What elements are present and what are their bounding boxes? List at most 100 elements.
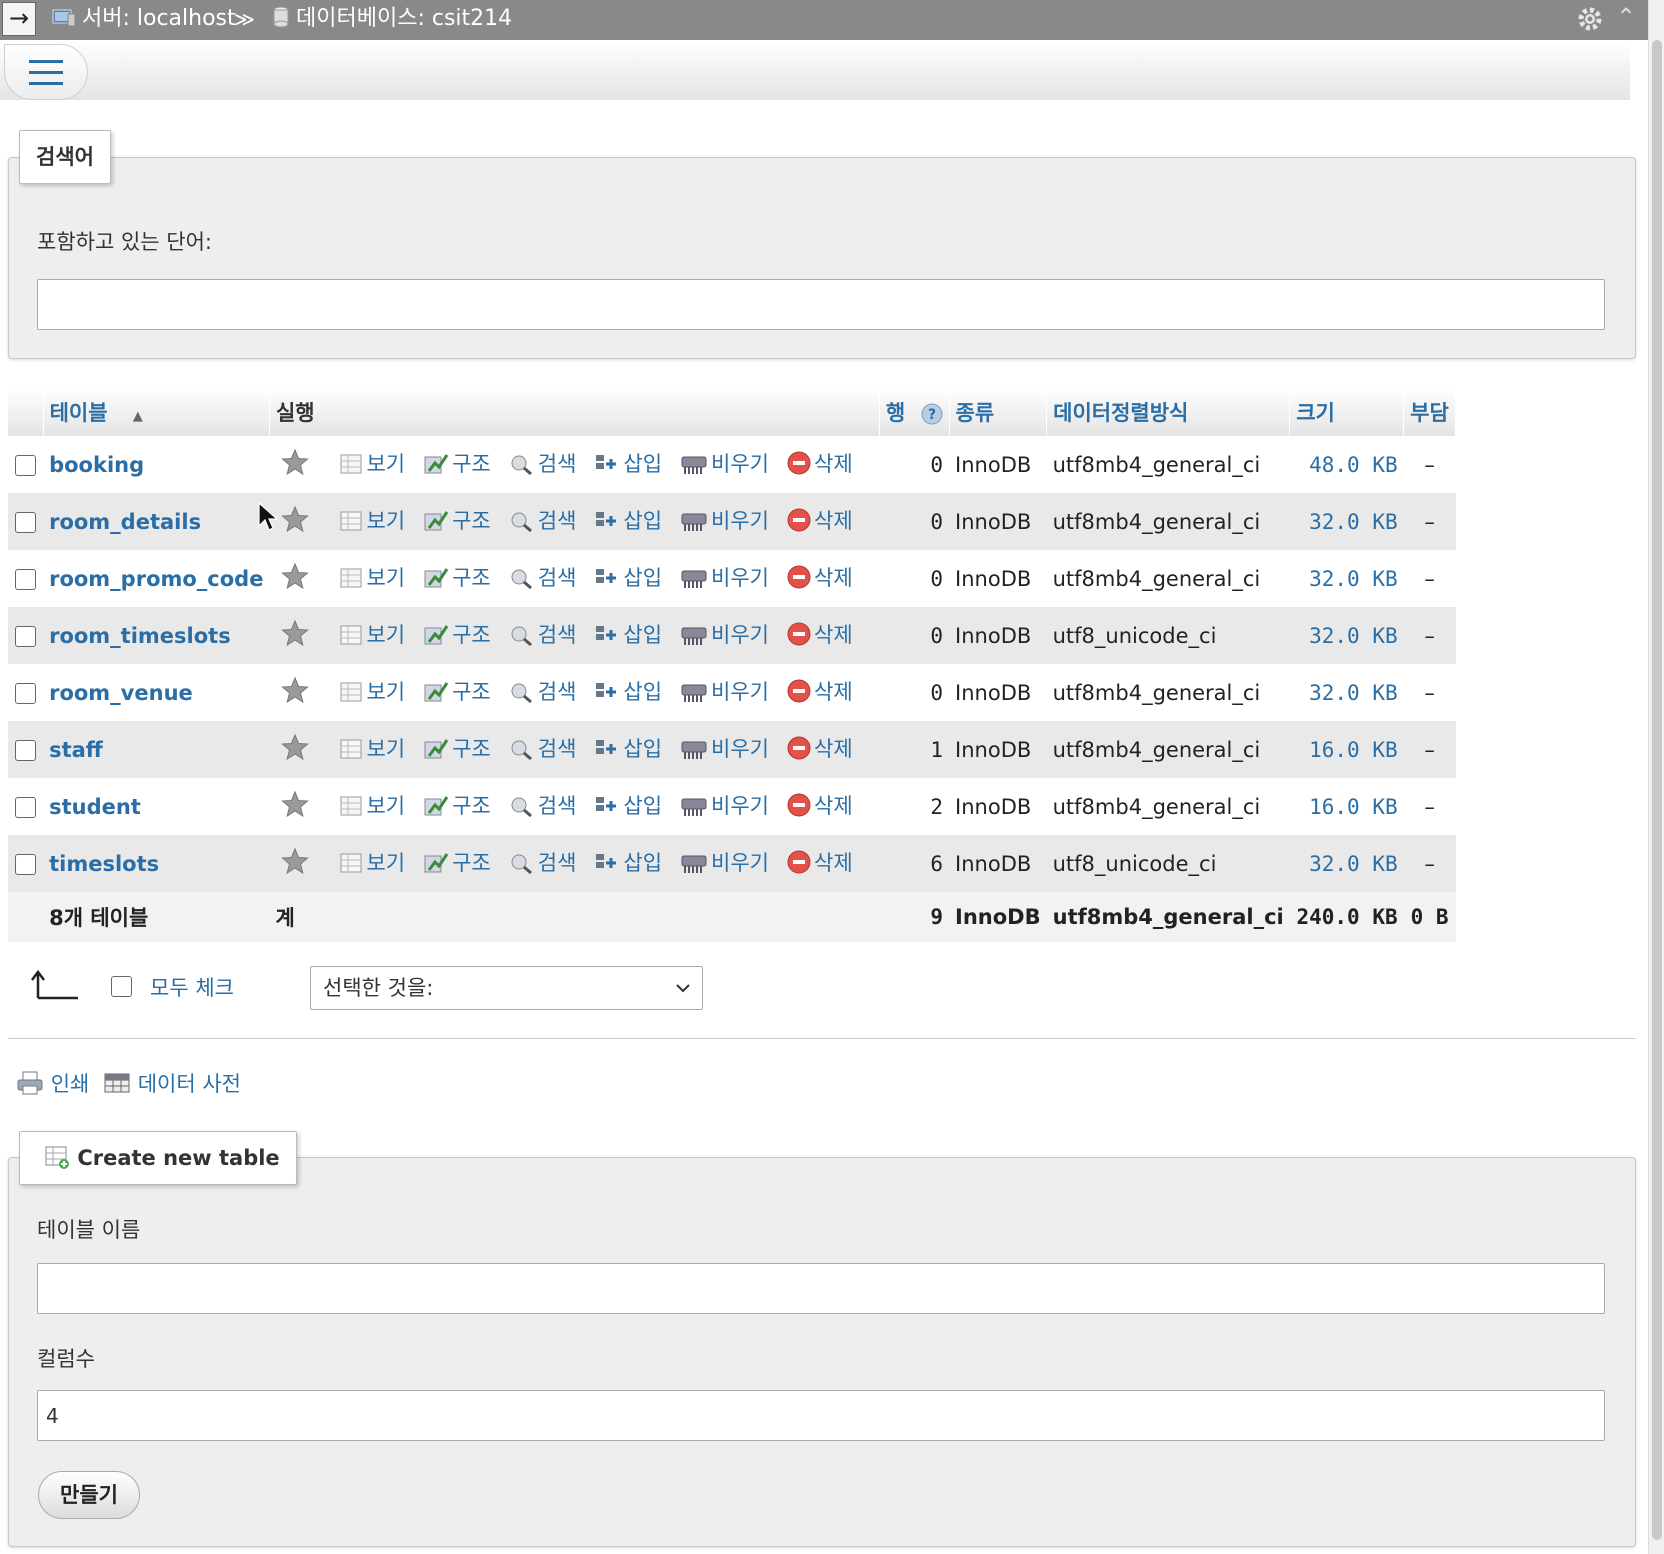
structure-action[interactable]: 구조 bbox=[423, 676, 491, 708]
empty-action[interactable]: 비우기 bbox=[680, 847, 769, 879]
menu-hamburger-button[interactable] bbox=[4, 44, 88, 100]
browse-action[interactable]: 보기 bbox=[339, 562, 405, 594]
table-name-link[interactable]: student bbox=[43, 778, 270, 835]
search-action[interactable]: 검색 bbox=[509, 847, 576, 879]
drop-action[interactable]: 삭제 bbox=[787, 448, 853, 480]
table-size[interactable]: 32.0 KB bbox=[1289, 835, 1404, 892]
table-name-link[interactable]: timeslots bbox=[43, 835, 270, 892]
table-name-link[interactable]: booking bbox=[43, 436, 270, 493]
empty-action[interactable]: 비우기 bbox=[680, 619, 769, 651]
drop-action[interactable]: 삭제 bbox=[787, 847, 853, 879]
table-size[interactable]: 32.0 KB bbox=[1289, 493, 1404, 550]
insert-action[interactable]: 삽입 bbox=[594, 733, 662, 765]
browse-action[interactable]: 보기 bbox=[339, 790, 405, 822]
search-action[interactable]: 검색 bbox=[509, 448, 576, 480]
empty-action[interactable]: 비우기 bbox=[680, 676, 769, 708]
help-icon[interactable]: ? bbox=[913, 401, 943, 425]
insert-action[interactable]: 삽입 bbox=[594, 790, 662, 822]
table-size[interactable]: 32.0 KB bbox=[1289, 664, 1404, 721]
empty-action[interactable]: 비우기 bbox=[680, 790, 769, 822]
row-checkbox[interactable] bbox=[15, 626, 37, 647]
table-size[interactable]: 32.0 KB bbox=[1289, 550, 1404, 607]
create-table-button[interactable]: 만들기 bbox=[38, 1471, 140, 1519]
drop-action[interactable]: 삭제 bbox=[787, 733, 853, 765]
favorite-star-icon[interactable] bbox=[281, 676, 310, 709]
size-column-header[interactable]: 크기 bbox=[1289, 388, 1405, 436]
drop-action[interactable]: 삭제 bbox=[787, 562, 853, 594]
browse-action[interactable]: 보기 bbox=[339, 448, 405, 480]
type-column-header[interactable]: 종류 bbox=[949, 388, 1048, 436]
empty-action[interactable]: 비우기 bbox=[680, 733, 769, 765]
structure-action[interactable]: 구조 bbox=[423, 448, 491, 480]
browse-action[interactable]: 보기 bbox=[339, 847, 405, 879]
column-count-input[interactable] bbox=[37, 1390, 1605, 1441]
table-name-link[interactable]: room_venue bbox=[43, 664, 270, 721]
collation-column-header[interactable]: 데이터정렬방식 bbox=[1046, 388, 1291, 436]
row-checkbox[interactable] bbox=[15, 455, 37, 476]
scrollbar[interactable] bbox=[1648, 0, 1664, 1554]
scrollbar-thumb[interactable] bbox=[1652, 40, 1662, 1540]
back-arrow-button[interactable]: → bbox=[2, 2, 36, 36]
breadcrumb-database[interactable]: 데이터베이스: csit214 bbox=[272, 0, 512, 40]
table-name-link[interactable]: room_promo_code bbox=[43, 550, 270, 607]
table-column-header[interactable]: 테이블 ▲ bbox=[43, 388, 270, 436]
empty-action[interactable]: 비우기 bbox=[680, 505, 769, 537]
structure-action[interactable]: 구조 bbox=[423, 562, 491, 594]
print-link[interactable]: 인쇄 bbox=[16, 1068, 89, 1098]
row-checkbox[interactable] bbox=[15, 683, 37, 704]
row-checkbox[interactable] bbox=[15, 797, 37, 818]
table-name-link[interactable]: room_details bbox=[43, 493, 270, 550]
row-checkbox[interactable] bbox=[15, 512, 37, 533]
search-action[interactable]: 검색 bbox=[509, 790, 576, 822]
row-checkbox[interactable] bbox=[15, 740, 37, 761]
row-checkbox[interactable] bbox=[15, 854, 37, 875]
table-name-link[interactable]: room_timeslots bbox=[43, 607, 270, 664]
row-checkbox[interactable] bbox=[15, 569, 37, 590]
insert-action[interactable]: 삽입 bbox=[594, 847, 662, 879]
search-action[interactable]: 검색 bbox=[509, 676, 576, 708]
drop-action[interactable]: 삭제 bbox=[787, 676, 853, 708]
check-all-label[interactable]: 모두 체크 bbox=[150, 972, 234, 1002]
data-dictionary-link[interactable]: 데이터 사전 bbox=[103, 1068, 241, 1098]
empty-action[interactable]: 비우기 bbox=[680, 562, 769, 594]
browse-action[interactable]: 보기 bbox=[339, 505, 405, 537]
favorite-star-icon[interactable] bbox=[281, 790, 310, 823]
insert-action[interactable]: 삽입 bbox=[594, 562, 662, 594]
favorite-star-icon[interactable] bbox=[281, 505, 310, 538]
table-name-link[interactable]: staff bbox=[43, 721, 270, 778]
search-input[interactable] bbox=[37, 279, 1605, 330]
drop-action[interactable]: 삭제 bbox=[787, 619, 853, 651]
settings-gear-icon[interactable] bbox=[1576, 5, 1604, 39]
insert-action[interactable]: 삽입 bbox=[594, 448, 662, 480]
with-selected-dropdown[interactable]: 선택한 것을: bbox=[310, 966, 703, 1010]
breadcrumb-server[interactable]: 서버: localhost bbox=[52, 0, 236, 40]
structure-action[interactable]: 구조 bbox=[423, 733, 491, 765]
table-size[interactable]: 48.0 KB bbox=[1289, 436, 1404, 493]
favorite-star-icon[interactable] bbox=[281, 448, 310, 481]
structure-action[interactable]: 구조 bbox=[423, 505, 491, 537]
search-action[interactable]: 검색 bbox=[509, 562, 576, 594]
search-action[interactable]: 검색 bbox=[509, 733, 576, 765]
empty-action[interactable]: 비우기 bbox=[680, 448, 769, 480]
insert-action[interactable]: 삽입 bbox=[594, 619, 662, 651]
structure-action[interactable]: 구조 bbox=[423, 619, 491, 651]
search-action[interactable]: 검색 bbox=[509, 505, 576, 537]
favorite-star-icon[interactable] bbox=[281, 847, 310, 880]
structure-action[interactable]: 구조 bbox=[423, 790, 491, 822]
drop-action[interactable]: 삭제 bbox=[787, 505, 853, 537]
rows-column-header[interactable]: 행 ? bbox=[879, 388, 950, 436]
search-action[interactable]: 검색 bbox=[509, 619, 576, 651]
collapse-icon[interactable]: ⌃ bbox=[1616, 3, 1636, 31]
table-size[interactable]: 32.0 KB bbox=[1289, 607, 1404, 664]
drop-action[interactable]: 삭제 bbox=[787, 790, 853, 822]
check-all-checkbox[interactable] bbox=[111, 976, 132, 997]
table-size[interactable]: 16.0 KB bbox=[1289, 778, 1404, 835]
browse-action[interactable]: 보기 bbox=[339, 676, 405, 708]
overhead-column-header[interactable]: 부담 bbox=[1403, 388, 1456, 436]
favorite-star-icon[interactable] bbox=[281, 562, 310, 595]
insert-action[interactable]: 삽입 bbox=[594, 505, 662, 537]
structure-action[interactable]: 구조 bbox=[423, 847, 491, 879]
favorite-star-icon[interactable] bbox=[281, 619, 310, 652]
table-size[interactable]: 16.0 KB bbox=[1289, 721, 1404, 778]
browse-action[interactable]: 보기 bbox=[339, 619, 405, 651]
